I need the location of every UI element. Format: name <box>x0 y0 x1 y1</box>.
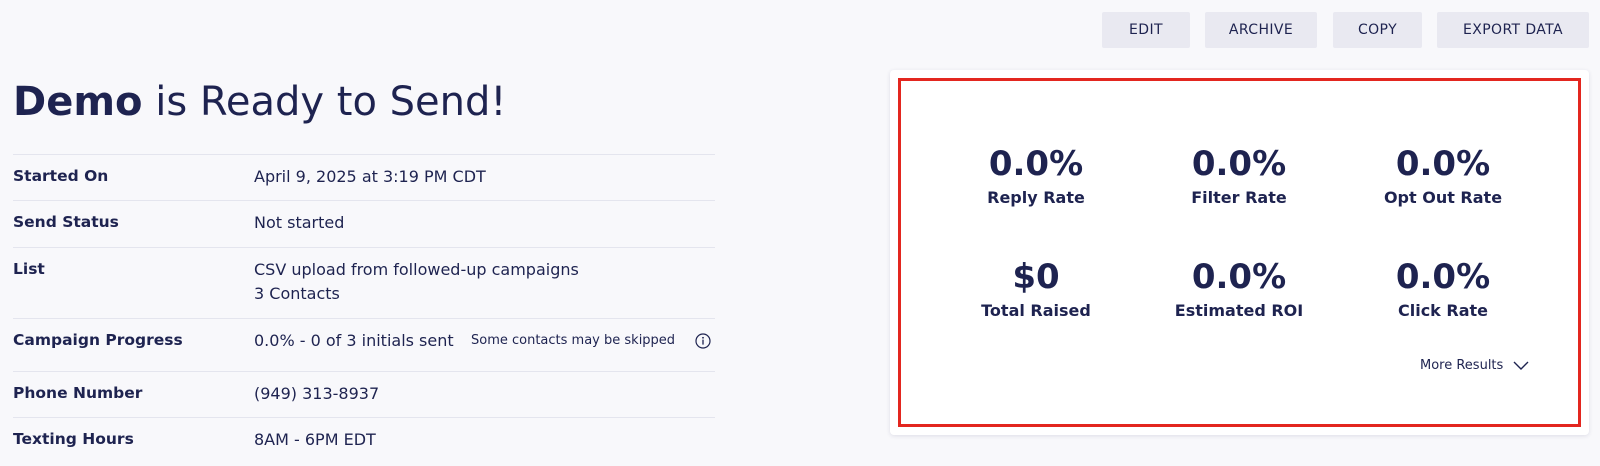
metric-value: $0 <box>1012 257 1060 297</box>
export-data-button[interactable]: EXPORT DATA <box>1437 12 1589 48</box>
metric-label: Opt Out Rate <box>1383 188 1503 207</box>
detail-value: 0.0% - 0 of 3 initials sent <box>254 331 454 350</box>
metric-value: 0.0% <box>1191 257 1287 297</box>
detail-label: Started On <box>13 167 109 185</box>
detail-value: 8AM - 6PM EDT <box>254 430 376 449</box>
detail-label: List <box>13 260 45 278</box>
detail-row-texting-hours: Texting Hours 8AM - 6PM EDT <box>13 417 715 466</box>
metric-label: Total Raised <box>981 301 1091 320</box>
chevron-down-icon <box>1513 361 1529 370</box>
metric-value: 0.0% <box>1395 257 1491 297</box>
detail-label: Texting Hours <box>13 430 134 448</box>
detail-row-send-status: Send Status Not started <box>13 200 715 247</box>
detail-value: Not started <box>254 213 345 232</box>
contact-count: 3 Contacts <box>254 284 340 303</box>
action-toolbar: EDIT ARCHIVE COPY EXPORT DATA <box>0 12 1600 48</box>
detail-label: Campaign Progress <box>13 331 183 349</box>
metric-label: Estimated ROI <box>1174 301 1304 320</box>
metric-label: Reply Rate <box>987 188 1085 207</box>
metric-click-rate: 0.0% Click Rate <box>1341 256 1545 322</box>
detail-label: Phone Number <box>13 384 143 402</box>
copy-button[interactable]: COPY <box>1333 12 1422 48</box>
list-name: CSV upload from followed-up campaigns <box>254 260 579 279</box>
metric-reply-rate: 0.0% Reply Rate <box>934 143 1138 209</box>
metric-value: 0.0% <box>988 144 1084 184</box>
metric-opt-out-rate: 0.0% Opt Out Rate <box>1341 143 1545 209</box>
detail-row-started-on: Started On April 9, 2025 at 3:19 PM CDT <box>13 154 715 200</box>
metric-value: 0.0% <box>1191 144 1287 184</box>
metric-value: 0.0% <box>1395 144 1491 184</box>
metric-estimated-roi: 0.0% Estimated ROI <box>1137 256 1341 322</box>
detail-row-list: List CSV upload from followed-up campaig… <box>13 247 715 318</box>
detail-row-campaign-progress: Campaign Progress 0.0% - 0 of 3 initials… <box>13 318 715 371</box>
title-suffix: is Ready to Send! <box>142 79 507 125</box>
more-results-toggle[interactable]: More Results <box>1420 358 1529 373</box>
skip-note: Some contacts may be skipped <box>471 333 676 348</box>
archive-button[interactable]: ARCHIVE <box>1205 12 1317 48</box>
page-title: Demo is Ready to Send! <box>13 74 506 130</box>
more-results-label: More Results <box>1420 358 1504 373</box>
info-circle-icon[interactable] <box>695 333 711 349</box>
campaign-name: Demo <box>13 79 143 125</box>
detail-row-phone-number: Phone Number (949) 313-8937 <box>13 371 715 417</box>
detail-label: Send Status <box>13 213 119 231</box>
detail-value: April 9, 2025 at 3:19 PM CDT <box>254 167 486 186</box>
detail-value: (949) 313-8937 <box>254 384 380 403</box>
edit-button[interactable]: EDIT <box>1102 12 1190 48</box>
metric-label: Filter Rate <box>1191 188 1287 207</box>
metric-filter-rate: 0.0% Filter Rate <box>1137 143 1341 209</box>
results-card <box>890 70 1589 435</box>
metric-label: Click Rate <box>1397 301 1489 320</box>
metric-total-raised: $0 Total Raised <box>934 256 1138 322</box>
